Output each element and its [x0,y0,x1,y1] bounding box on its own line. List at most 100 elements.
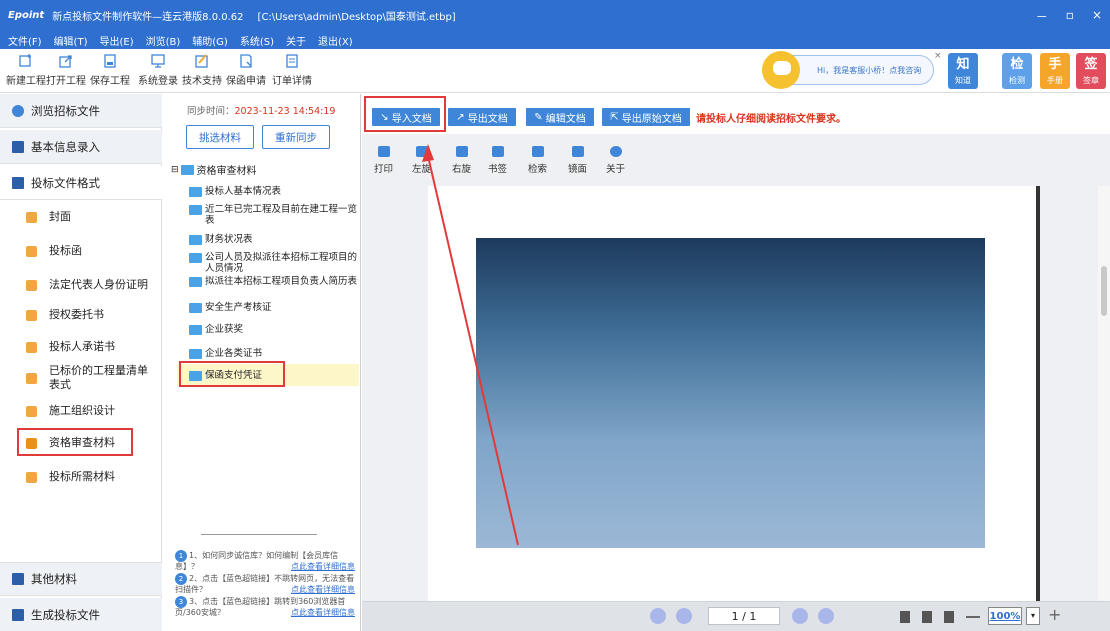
assistant-text: Hi，我是客服小桥！点我咨询 [817,65,922,75]
tech-support-button[interactable]: 技术支持 [182,53,222,87]
order-icon [286,54,298,68]
menu-assist[interactable]: 辅助(G) [192,33,228,48]
menu-about[interactable]: 关于 [286,33,306,48]
search-button[interactable]: 检索 [528,146,547,175]
rotate-left-button[interactable]: 左旋 [412,146,431,175]
nav-basic-info[interactable]: 基本信息录入 [0,130,162,164]
zoom-dropdown-icon[interactable]: ▾ [1026,607,1040,625]
system-login-button[interactable]: 系统登录 [138,53,178,87]
app-title: 新点投标文件制作软件—连云港版8.0.0.62 [52,12,244,23]
print-button[interactable]: 打印 [374,146,393,175]
tree-item-selected[interactable]: 保函支付凭证 [177,364,359,386]
rotate-right-button[interactable]: 右旋 [452,146,471,175]
menu-system[interactable]: 系统(S) [240,33,274,48]
save-project-label: 保存工程 [90,76,130,87]
rotate-right-label: 右旋 [452,164,472,175]
scroll-thumb[interactable] [1101,266,1107,316]
nav-item-legal-rep[interactable]: 法定代表人身份证明 [0,278,162,292]
nav-item-required[interactable]: 投标所需材料 [0,470,162,484]
folder-icon [180,165,194,175]
tree-item[interactable]: 近二年已完工程及目前在建工程一览表 [189,204,357,226]
hint-link[interactable]: 点此查看详细信息 [291,608,355,618]
nav-item-bid-letter[interactable]: 投标函 [0,244,162,258]
nav-item-authorization[interactable]: 授权委托书 [0,308,162,322]
menu-exit[interactable]: 退出(X) [318,33,353,48]
export-doc-button[interactable]: ↗ 导出文档 [448,108,516,126]
last-page-button[interactable] [818,608,834,624]
tree-item[interactable]: 投标人基本情况表 [189,186,357,197]
mirror-label: 镜面 [568,164,588,175]
edit-icon [12,176,24,189]
know-icon: 知 [956,57,970,72]
tree-root[interactable]: ⊟ 资格审查材料 [171,162,257,178]
quick-check-button[interactable]: 检 检测 [1002,53,1032,89]
about-button[interactable]: 关于 [606,146,625,175]
menu-browse[interactable]: 浏览(B) [146,33,181,48]
doc-icon [26,372,37,384]
nav-browse-tender[interactable]: 浏览招标文件 [0,94,162,128]
quick-manual-button[interactable]: 手 手册 [1040,53,1070,89]
prev-page-button[interactable] [676,608,692,624]
tree-item[interactable]: 财务状况表 [189,234,357,245]
nav-generate-label: 生成投标文件 [31,607,100,622]
order-details-button[interactable]: 订单详情 [272,53,312,87]
mirror-button[interactable]: 镜面 [568,146,587,175]
restore-button[interactable]: ▫ [1066,8,1074,25]
fit-page-icon[interactable] [922,611,932,623]
rotate-left-icon [415,146,428,157]
minimize-button[interactable]: － [1036,8,1048,25]
nav-bid-format[interactable]: 投标文件格式 [0,166,162,200]
resync-button[interactable]: 重新同步 [262,125,330,149]
doc-icon [26,471,37,483]
nav-item-commitment[interactable]: 投标人承诺书 [0,340,162,354]
zoom-out-icon[interactable] [966,616,980,618]
nav-generate-bid[interactable]: 生成投标文件 [0,598,162,631]
edit-doc-button[interactable]: ✎ 编辑文档 [526,108,594,126]
tree-item-label: 企业各类证书 [205,348,263,359]
new-project-button[interactable]: 新建工程 [6,53,46,87]
first-page-button[interactable] [650,608,666,624]
pick-materials-button[interactable]: 挑选材料 [186,125,254,149]
guarantee-apply-button[interactable]: 保函申请 [226,53,266,87]
assistant-close-icon[interactable]: × [934,51,942,61]
bookmark-button[interactable]: 书签 [488,146,507,175]
nav-item-cover[interactable]: 封面 [0,210,162,224]
save-project-button[interactable]: 保存工程 [90,53,130,87]
vertical-scrollbar[interactable] [1098,186,1110,616]
tree-item[interactable]: 安全生产考核证 [189,302,357,313]
guarantee-icon [240,54,252,68]
nav-item-construction-design[interactable]: 施工组织设计 [0,404,162,418]
login-icon [151,54,165,68]
hint-link[interactable]: 点此查看详细信息 [291,562,355,572]
next-page-button[interactable] [792,608,808,624]
nav-item-qualification[interactable]: 资格审查材料 [0,436,162,450]
quick-sign-button[interactable]: 签 签章 [1076,53,1106,89]
import-doc-button[interactable]: ↘ 导入文档 [372,108,440,126]
single-page-icon[interactable] [900,611,910,623]
tree-item[interactable]: 企业获奖 [189,324,357,335]
tree-item[interactable]: 公司人员及拟派往本招标工程项目的人员情况 [189,252,357,274]
nav-item-bill-of-quantities[interactable]: 已标价的工程量清单表式 [0,364,150,392]
robot-avatar-icon[interactable] [762,51,800,89]
zoom-level[interactable]: 100% [988,607,1022,625]
tree-item[interactable]: 企业各类证书 [189,348,357,359]
document-page [428,186,1040,616]
menu-export[interactable]: 导出(E) [99,33,133,48]
page-indicator[interactable]: 1 / 1 [708,607,780,625]
tree-item[interactable]: 拟派往本招标工程项目负责人简历表 [189,276,357,287]
support-icon [195,54,208,68]
menu-edit[interactable]: 编辑(T) [54,33,88,48]
nav-other-materials[interactable]: 其他材料 [0,562,162,596]
divider [201,534,317,535]
edit-label: 编辑文档 [545,113,586,125]
fit-width-icon[interactable] [944,611,954,623]
close-button[interactable]: × [1092,8,1102,25]
open-project-button[interactable]: 打开工程 [46,53,86,87]
quick-know-button[interactable]: 知 知道 [948,53,978,89]
menu-file[interactable]: 文件(F) [8,33,42,48]
tree-item-label: 公司人员及拟派往本招标工程项目的人员情况 [205,252,358,274]
export-original-button[interactable]: ⇱ 导出原始文档 [602,108,690,126]
system-login-label: 系统登录 [138,76,178,87]
zoom-in-icon[interactable]: + [1048,605,1061,624]
hint-link[interactable]: 点此查看详细信息 [291,585,355,595]
